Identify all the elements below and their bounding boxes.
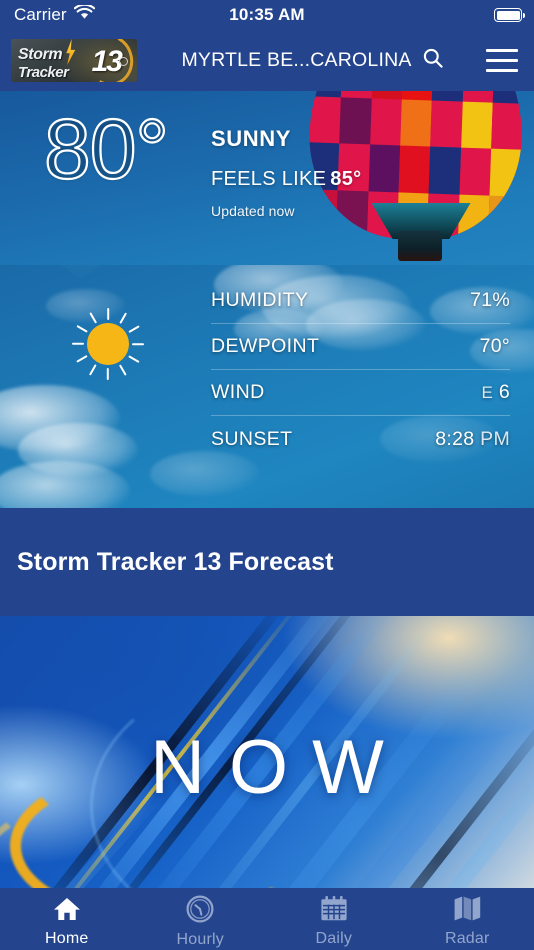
forecast-banner-title: Storm Tracker 13 Forecast [17, 547, 334, 576]
tab-label: Home [45, 929, 89, 947]
tab-radar[interactable]: Radar [401, 888, 534, 950]
feels-like-label: FEELS LIKE [211, 168, 327, 190]
location-title: MYRTLE BE...CAROLINA [181, 49, 412, 71]
map-icon [453, 895, 481, 927]
bottom-tab-bar: Home Hourly Daily Radar [0, 888, 534, 950]
video-overlay-text: NOW [150, 725, 408, 810]
tab-label: Daily [315, 930, 353, 947]
updated-timestamp: Updated now [211, 203, 295, 219]
sun-ray [72, 343, 84, 345]
status-bar-clock: 10:35 AM [229, 5, 305, 24]
sun-ray [76, 325, 88, 333]
balloon-panel [487, 91, 526, 243]
sun-ray [128, 325, 140, 333]
current-conditions-hero[interactable]: 80° SUNNY FEELS LIKE 85° Updated now [0, 91, 534, 265]
sun-ray [107, 368, 109, 380]
cloud-shape [18, 423, 138, 477]
sun-icon [72, 308, 144, 380]
hamburger-menu-icon[interactable] [486, 49, 518, 72]
cloud-shape [0, 461, 130, 508]
sun-ray [119, 312, 127, 324]
sun-ray [76, 355, 88, 363]
conditions-detail-panel: HUMIDITY 71% DEWPOINT 70° WIND E 6 SUNSET 8:28 … [0, 265, 534, 508]
forecast-banner[interactable]: Storm Tracker 13 Forecast [0, 508, 534, 616]
tab-label: Hourly [176, 930, 224, 948]
detail-row: DEWPOINT 70° [211, 324, 510, 370]
detail-row: WIND E 6 [211, 370, 510, 416]
detail-row-value: E 6 [481, 381, 510, 403]
tab-home[interactable]: Home [0, 888, 134, 950]
tab-label: Radar [444, 930, 490, 947]
detail-row-label: DEWPOINT [211, 335, 320, 357]
sun-ray [89, 364, 97, 376]
sun-ray [132, 343, 144, 345]
detail-rows-list: HUMIDITY 71% DEWPOINT 70° WIND E 6 SUNSET 8:28 … [211, 278, 510, 462]
home-icon [53, 896, 81, 927]
battery-full-icon [494, 8, 526, 22]
storm-tracker-13-logo: Storm Tracker 13 [11, 39, 137, 82]
condition-text: SUNNY [211, 126, 292, 151]
detail-row: SUNSET 8:28 PM [211, 416, 510, 462]
logo-line-1: Storm [18, 46, 63, 63]
clock-icon [186, 895, 214, 928]
logo-channel-number: 13 [91, 45, 123, 78]
panel-pointer-notch [61, 265, 101, 279]
detail-row-value: 8:28 PM [435, 427, 510, 450]
tab-daily[interactable]: Daily [267, 888, 401, 950]
logo-line-2: Tracker [18, 64, 69, 81]
detail-row-label: SUNSET [211, 427, 293, 450]
current-temperature: 80° [43, 102, 170, 196]
sun-ray [89, 312, 97, 324]
detail-row: HUMIDITY 71% [211, 278, 510, 324]
search-icon[interactable] [422, 47, 444, 74]
forecast-video-player[interactable]: NOW [0, 616, 534, 888]
calendar-icon [320, 895, 348, 927]
detail-row-value: 70° [479, 335, 510, 357]
weather-app-screen: Carrier 10:35 AM Storm Tracker 13 MYRTLE… [0, 0, 534, 950]
detail-row-value: 71% [470, 289, 510, 311]
cloud-shape [0, 385, 120, 453]
detail-row-label: WIND [211, 381, 265, 403]
sun-ray [107, 308, 109, 320]
navigation-bar: Storm Tracker 13 MYRTLE BE...CAROLINA [0, 30, 534, 91]
tab-hourly[interactable]: Hourly [134, 888, 268, 950]
feels-like-value: 85° [330, 168, 362, 190]
current-condition-block: SUNNY FEELS LIKE 85° Updated now [211, 126, 361, 219]
sun-ray [128, 355, 140, 363]
location-search-area[interactable]: MYRTLE BE...CAROLINA [137, 47, 484, 74]
detail-row-label: HUMIDITY [211, 289, 309, 311]
status-bar: Carrier 10:35 AM [0, 0, 534, 30]
sun-ray [119, 364, 127, 376]
feels-like-row: FEELS LIKE 85° [211, 168, 361, 191]
